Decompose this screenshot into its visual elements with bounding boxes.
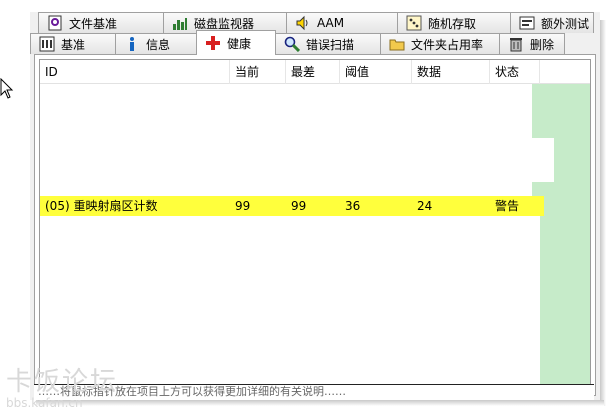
obscured-rows-area [44,138,554,182]
tab-label: 随机存取 [428,16,477,31]
speaker-icon [295,15,311,31]
column-header-worst[interactable]: 最差 [286,60,340,84]
tab-label: 错误扫描 [306,37,355,52]
tab-row-top: 文件基准 磁盘监视器 AAM 随机存取 额外测试 [38,12,594,33]
column-header-threshold[interactable]: 阈值 [340,60,412,84]
tab-label: 文件基准 [69,16,118,31]
window-shadow [600,20,606,406]
tab-file-benchmark[interactable]: 文件基准 [38,12,164,33]
column-header-status[interactable]: 状态 [490,60,540,84]
column-header-id[interactable]: ID [40,60,230,84]
delete-icon [508,36,524,52]
cell-current: 99 [235,199,251,213]
error-scan-icon [284,36,301,53]
cell-id: (05) 重映射扇区计数 [45,199,158,213]
cell-worst: 99 [291,199,307,213]
benchmark-icon [39,36,55,52]
obscured-rows-area [44,206,540,390]
tab-delete[interactable]: 删除 [499,33,565,54]
watermark: 卡饭论坛 bbs.kafan.cn [6,368,126,414]
tab-label: 健康 [227,36,252,51]
status-column-fill [532,84,590,390]
tab-label: 信息 [146,37,171,52]
tab-health[interactable]: 健康 [196,30,276,55]
tab-aam[interactable]: AAM [286,12,398,33]
tab-row-bottom: 基准 信息 健康 错误扫描 文件夹占用率 删除 [30,30,565,55]
table-row-warning[interactable]: (05) 重映射扇区计数 99 99 36 24 警告 [40,196,544,216]
tab-benchmark[interactable]: 基准 [30,33,116,54]
file-benchmark-icon [47,15,63,31]
tab-info[interactable]: 信息 [115,33,197,54]
cell-threshold: 36 [345,199,361,213]
health-panel: ID 当前 最差 阈值 数据 状态 (05) 重映射扇区计数 99 99 36 … [34,54,596,396]
hdtune-window: 文件基准 磁盘监视器 AAM 随机存取 额外测试 基准 信息 健康 错误扫描 文… [30,12,600,400]
health-cross-icon [205,35,221,51]
disk-monitor-icon [172,15,188,31]
watermark-title: 卡饭论坛 [6,367,119,397]
column-header-current[interactable]: 当前 [230,60,286,84]
folder-usage-icon [389,36,405,52]
tab-folder-usage[interactable]: 文件夹占用率 [380,33,500,54]
column-header-data[interactable]: 数据 [412,60,490,84]
tab-extra-tests[interactable]: 额外测试 [510,12,594,33]
list-header: ID 当前 最差 阈值 数据 状态 [40,60,590,84]
watermark-url: bbs.kafan.cn [6,396,83,410]
smart-attribute-list[interactable]: ID 当前 最差 阈值 数据 状态 (05) 重映射扇区计数 99 99 36 … [39,59,591,391]
tab-label: 删除 [530,37,555,52]
cell-status: 警告 [495,199,520,213]
extra-tests-icon [519,15,535,31]
random-access-icon [406,15,422,31]
tab-label: AAM [317,16,345,30]
tab-error-scan[interactable]: 错误扫描 [275,33,381,54]
tab-random-access[interactable]: 随机存取 [397,12,511,33]
tab-label: 额外测试 [541,16,590,31]
mouse-pointer-icon [0,78,14,99]
info-icon [124,36,140,52]
tab-label: 基准 [61,37,86,52]
tab-label: 磁盘监视器 [194,16,255,31]
cell-data: 24 [417,199,433,213]
tab-label: 文件夹占用率 [411,37,484,52]
